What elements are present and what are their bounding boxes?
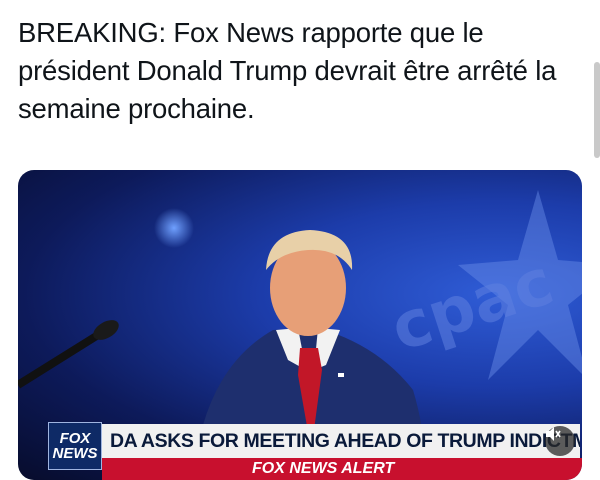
news-headline: DA ASKS FOR MEETING AHEAD OF TRUMP INDIC… bbox=[102, 424, 580, 458]
logo-line-2: NEWS bbox=[52, 445, 98, 462]
logo-line-1: FOX bbox=[59, 430, 91, 447]
news-alert-banner: FOX NEWS ALERT bbox=[102, 458, 582, 480]
post-text: BREAKING: Fox News rapporte que le prési… bbox=[18, 17, 557, 124]
news-lower-third: FOX NEWS DA ASKS FOR MEETING AHEAD OF TR… bbox=[48, 422, 582, 480]
fox-news-logo: FOX NEWS bbox=[48, 422, 102, 470]
video-media[interactable]: cpac FOX NEWS DA ASKS FOR MEETING AHEAD … bbox=[18, 170, 582, 480]
svg-text:cpac: cpac bbox=[382, 245, 562, 366]
mute-button[interactable] bbox=[545, 426, 575, 456]
scrollbar[interactable] bbox=[594, 62, 600, 158]
speaker-muted-icon bbox=[546, 427, 561, 441]
